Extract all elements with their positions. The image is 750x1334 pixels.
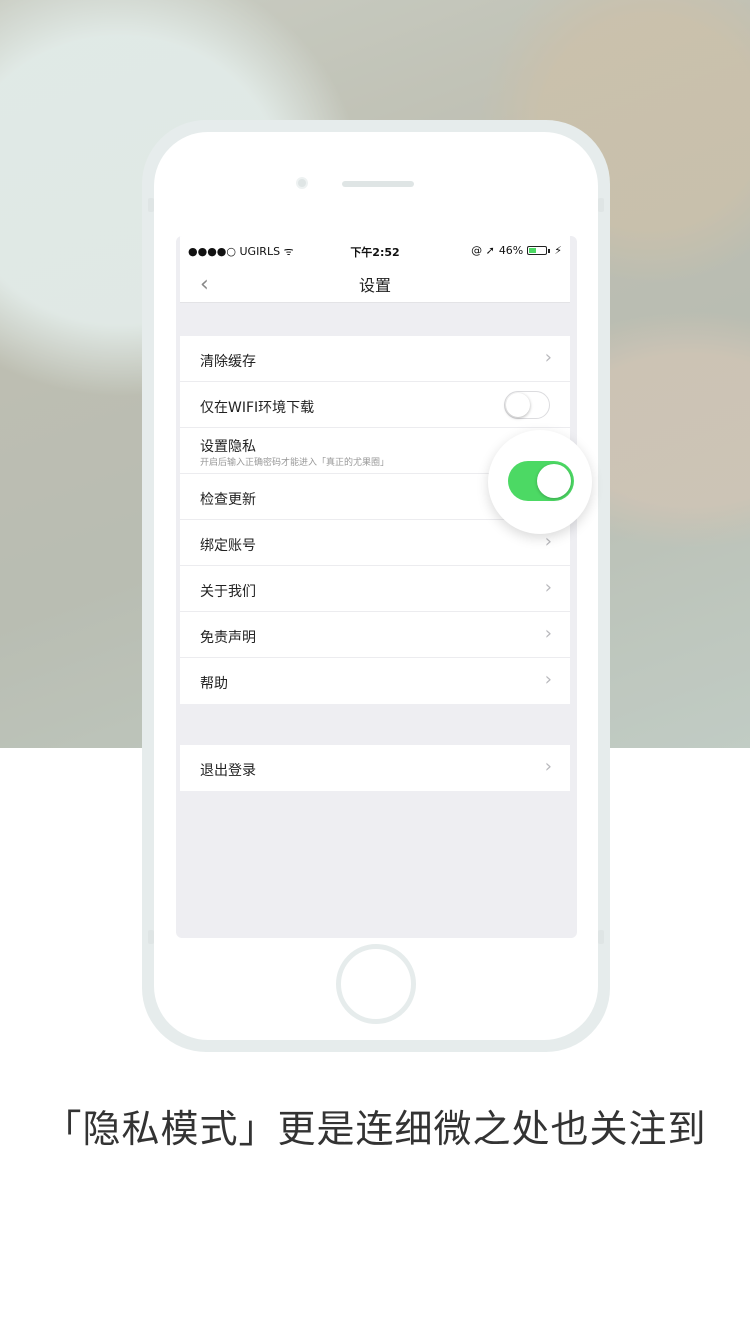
earpiece-speaker xyxy=(342,181,414,187)
row-subtitle: 开启后输入正确密码才能进入「真正的尤果圈」 xyxy=(200,458,390,468)
phone-side-button xyxy=(598,198,604,212)
home-button[interactable] xyxy=(336,944,416,1024)
battery-icon xyxy=(527,246,548,255)
row-label: 清除缓存 xyxy=(200,354,256,370)
chevron-right-icon: › xyxy=(544,756,552,777)
row-label: 退出登录 xyxy=(200,763,256,779)
chevron-right-icon: › xyxy=(544,347,552,368)
toggle-knob xyxy=(506,393,530,417)
charging-icon: ⚡ xyxy=(554,244,562,257)
promo-caption: 「隐私模式」更是连细微之处也关注到 xyxy=(43,1107,707,1151)
row-label: 帮助 xyxy=(200,676,228,692)
phone-side-button xyxy=(598,930,604,944)
row-label: 关于我们 xyxy=(200,584,256,600)
page-title: 设置 xyxy=(358,276,391,295)
row-label: 仅在WIFI环境下载 xyxy=(200,400,315,416)
status-bar: ●●●●○ UGIRLS ᯤ 下午2:52 @ ➚ 46% ⚡ xyxy=(180,236,570,266)
settings-row-help[interactable]: 帮助 › xyxy=(180,658,570,704)
front-camera xyxy=(296,177,308,189)
settings-row-bind-account[interactable]: 绑定账号 › xyxy=(180,520,570,566)
location-icon: @ ➚ xyxy=(471,244,495,257)
battery-percent: 46% xyxy=(498,244,524,257)
battery-fill xyxy=(529,248,537,253)
wifi-download-toggle[interactable] xyxy=(504,391,550,419)
privacy-toggle-callout xyxy=(488,430,592,534)
chevron-right-icon: › xyxy=(544,623,552,644)
phone-side-button xyxy=(148,930,154,944)
settings-row-wifi-download: 仅在WIFI环境下载 xyxy=(180,382,570,428)
phone-side-button xyxy=(148,198,154,212)
battery-cap xyxy=(548,248,551,253)
chevron-right-icon: › xyxy=(544,669,552,690)
row-label: 设置隐私 xyxy=(200,439,256,455)
row-label: 绑定账号 xyxy=(200,538,256,554)
logout-group: 退出登录 › xyxy=(180,745,570,791)
settings-row-clear-cache[interactable]: 清除缓存 › xyxy=(180,336,570,382)
settings-row-about-us[interactable]: 关于我们 › xyxy=(180,566,570,612)
toggle-knob xyxy=(537,464,571,498)
privacy-toggle[interactable] xyxy=(508,461,574,501)
nav-bar: ‹ 设置 xyxy=(180,266,570,303)
chevron-right-icon: › xyxy=(544,531,552,552)
logout-button[interactable]: 退出登录 › xyxy=(180,745,570,791)
settings-row-disclaimer[interactable]: 免责声明 › xyxy=(180,612,570,658)
row-label: 检查更新 xyxy=(200,492,256,508)
status-right: @ ➚ 46% ⚡ xyxy=(471,244,562,257)
chevron-right-icon: › xyxy=(544,577,552,598)
row-label: 免责声明 xyxy=(200,630,256,646)
phone-screen: ●●●●○ UGIRLS ᯤ 下午2:52 @ ➚ 46% ⚡ ‹ 设置 清除缓… xyxy=(176,236,577,938)
